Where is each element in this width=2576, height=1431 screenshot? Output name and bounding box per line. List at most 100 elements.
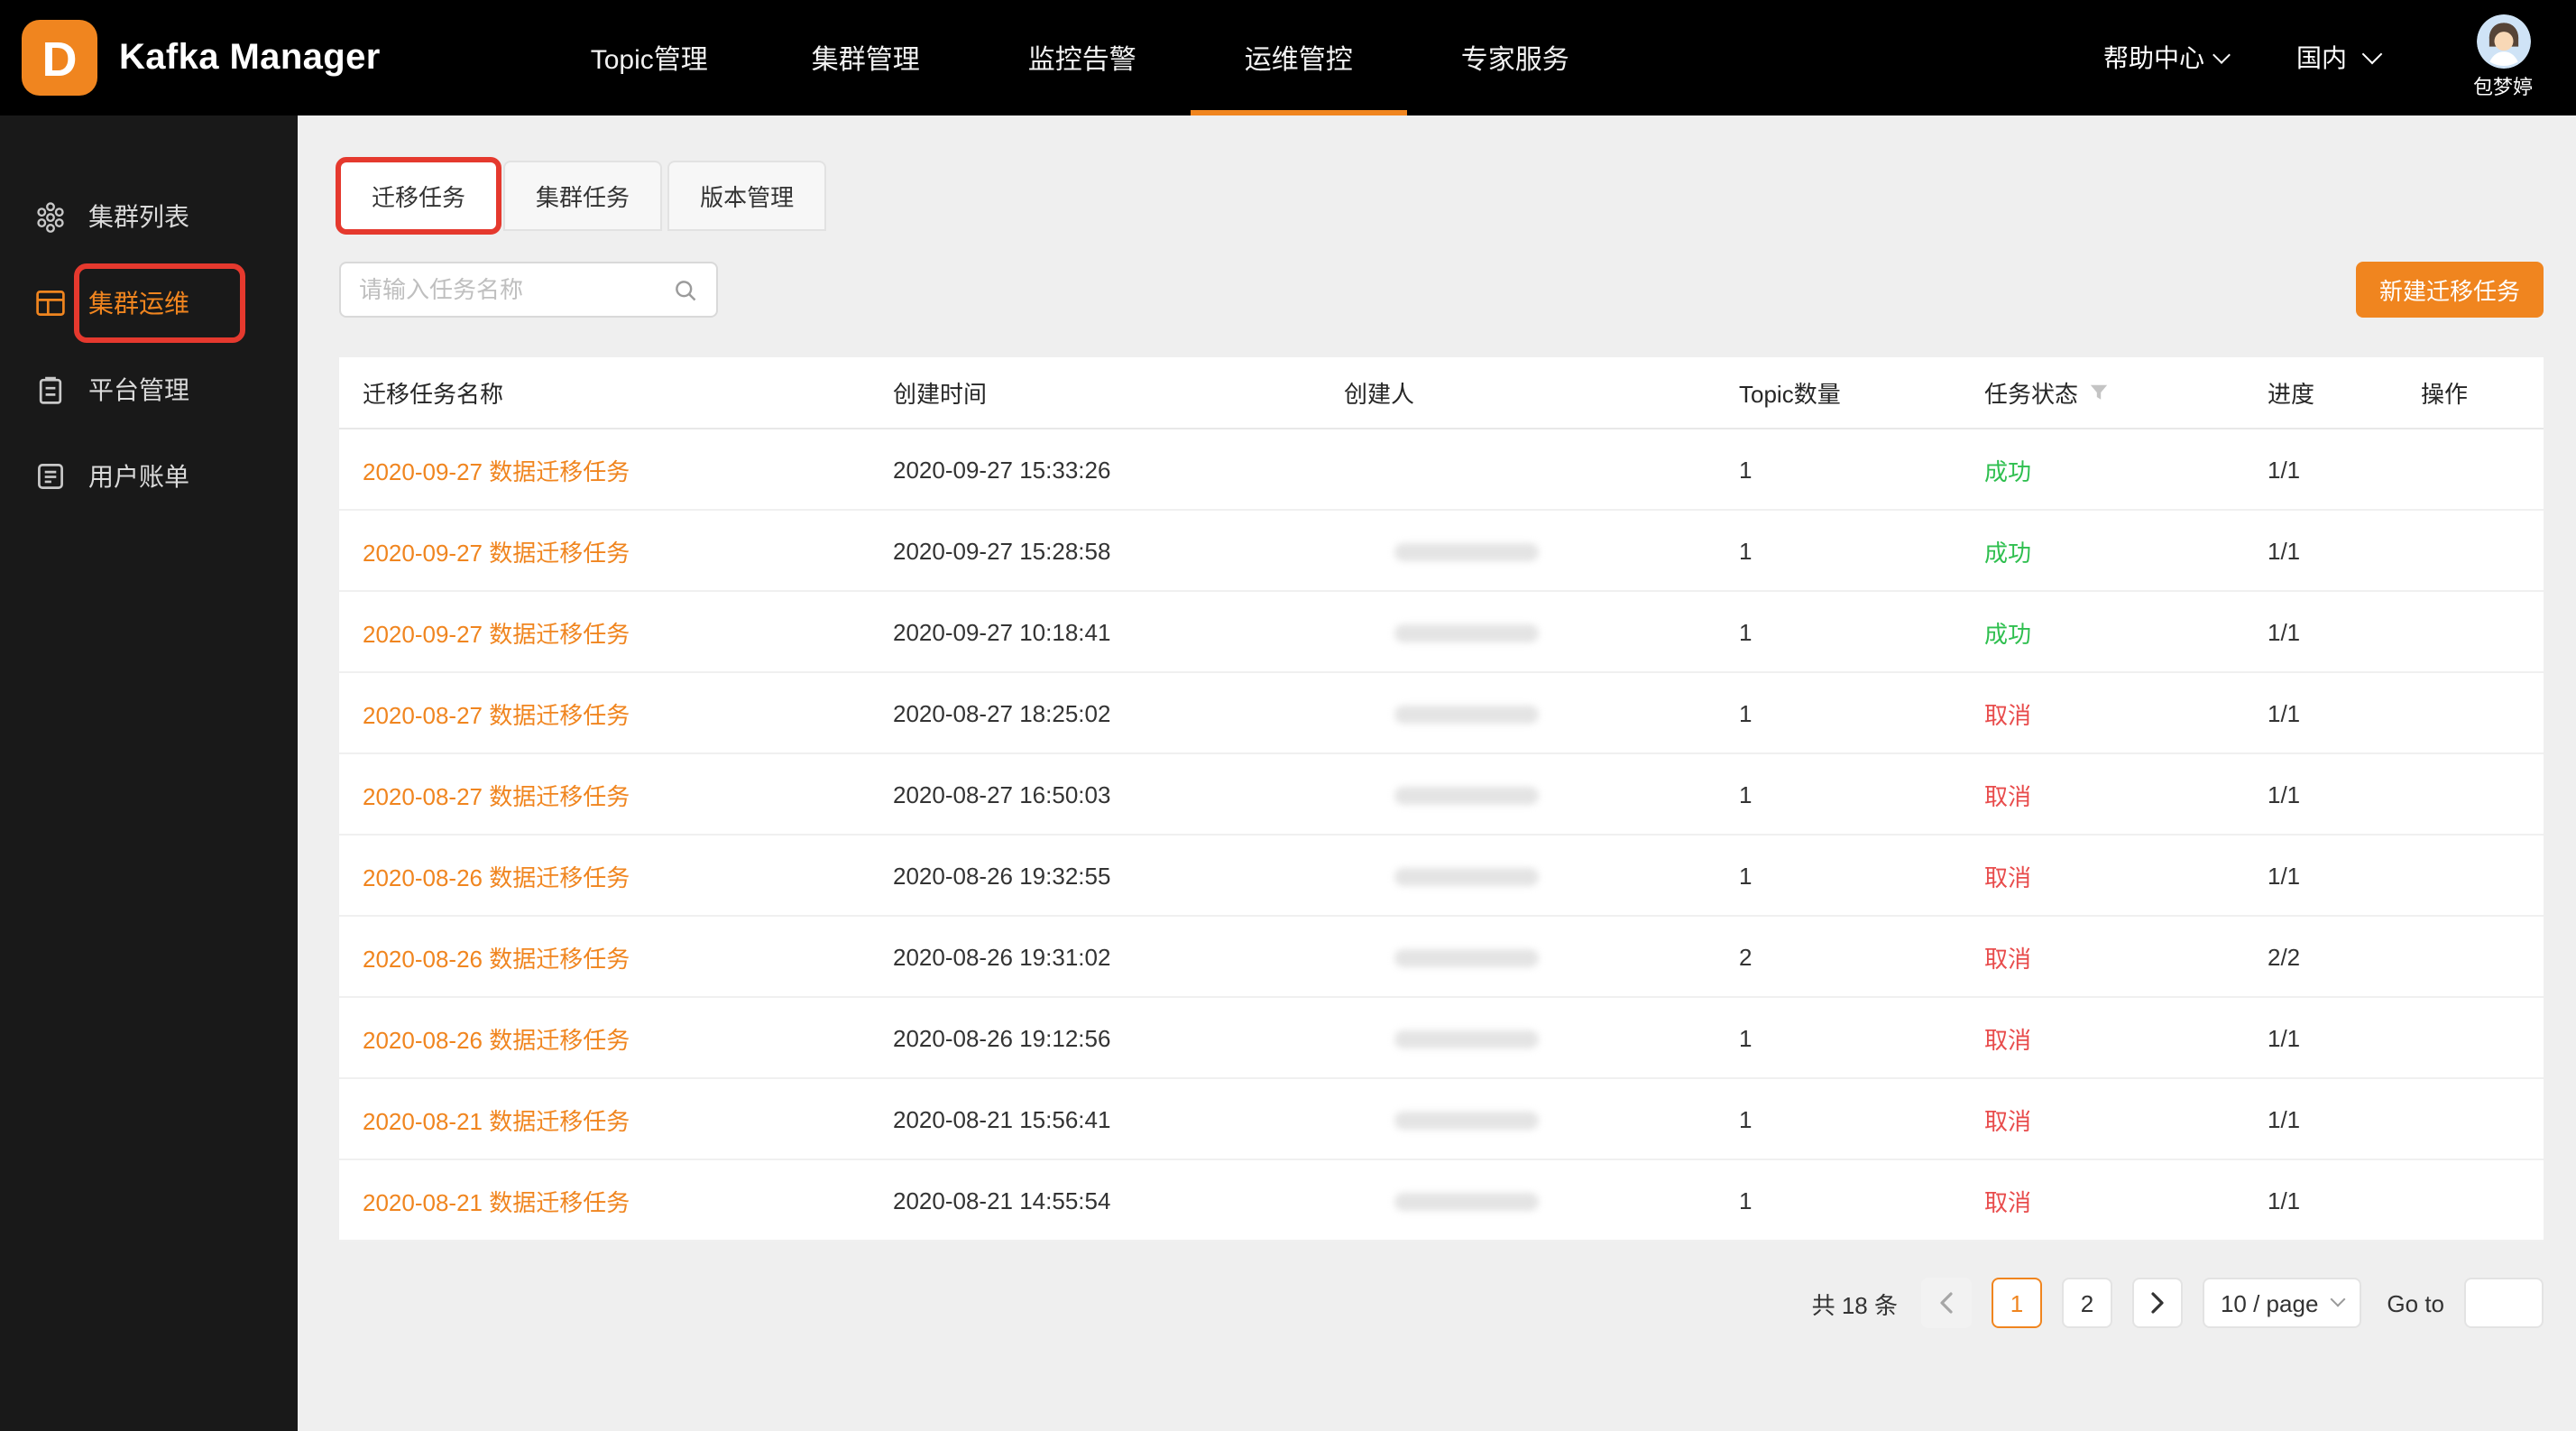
task-name-link[interactable]: 2020-08-26 数据迁移任务 xyxy=(363,1026,630,1053)
search-icon[interactable] xyxy=(673,277,698,302)
nav-item[interactable]: 专家服务 xyxy=(1407,0,1624,115)
brand-block[interactable]: D Kafka Manager xyxy=(0,0,381,115)
topic-count: 1 xyxy=(1739,618,1984,645)
task-status: 取消 xyxy=(1984,858,2268,892)
sidebar-item[interactable]: 集群运维 xyxy=(0,260,298,346)
cluster-list-icon xyxy=(34,200,67,233)
column-label: Topic数量 xyxy=(1739,375,1841,410)
table-column-header: 进度 xyxy=(2268,375,2421,410)
created-time: 2020-08-21 14:55:54 xyxy=(893,1186,1344,1214)
page-size-select[interactable]: 10 / page xyxy=(2203,1278,2361,1328)
column-label: 迁移任务名称 xyxy=(363,375,503,410)
creator-cell xyxy=(1344,1186,1739,1214)
task-name-link[interactable]: 2020-08-21 数据迁移任务 xyxy=(363,1188,630,1215)
tab[interactable]: 迁移任务 xyxy=(339,161,498,231)
task-progress: 1/1 xyxy=(2268,1024,2421,1051)
task-name-link[interactable]: 2020-09-27 数据迁移任务 xyxy=(363,620,630,647)
creator-cell xyxy=(1344,537,1739,564)
sidebar: 集群列表 集群运维 平台管理 用户账单 xyxy=(0,115,298,1431)
goto-page-input[interactable] xyxy=(2464,1278,2544,1328)
task-name-link[interactable]: 2020-08-26 数据迁移任务 xyxy=(363,863,630,891)
platform-manage-icon xyxy=(34,374,67,406)
task-status: 成功 xyxy=(1984,533,2268,568)
user-name: 包梦婷 xyxy=(2473,72,2533,101)
task-progress: 1/1 xyxy=(2268,456,2421,483)
pagination: 共 18 条 12 10 / page Go to xyxy=(339,1278,2544,1364)
task-name-link[interactable]: 2020-08-27 数据迁移任务 xyxy=(363,701,630,728)
topic-count: 1 xyxy=(1739,1186,1984,1214)
topic-count: 1 xyxy=(1739,699,1984,726)
creator-redacted-blur xyxy=(1394,868,1539,886)
help-center-label: 帮助中心 xyxy=(2103,40,2204,76)
total-count: 共 18 条 xyxy=(1812,1286,1898,1320)
nav-item-label: 运维管控 xyxy=(1245,39,1353,77)
app-logo: D xyxy=(20,18,99,97)
topic-count: 1 xyxy=(1739,1105,1984,1132)
nav-item[interactable]: 监控告警 xyxy=(974,0,1191,115)
next-page-button[interactable] xyxy=(2132,1278,2183,1328)
creator-cell xyxy=(1344,699,1739,726)
sidebar-item[interactable]: 集群列表 xyxy=(0,173,298,260)
new-migration-task-button[interactable]: 新建迁移任务 xyxy=(2356,262,2544,318)
task-name-link[interactable]: 2020-08-26 数据迁移任务 xyxy=(363,945,630,972)
task-progress: 1/1 xyxy=(2268,537,2421,564)
table-body: 2020-09-27 数据迁移任务 2020-09-27 15:33:26 1 … xyxy=(339,429,2544,1242)
table-column-header: 操作 xyxy=(2421,375,2544,410)
task-name-link[interactable]: 2020-09-27 数据迁移任务 xyxy=(363,539,630,566)
created-time: 2020-08-26 19:32:55 xyxy=(893,862,1344,889)
task-name-link[interactable]: 2020-08-27 数据迁移任务 xyxy=(363,782,630,809)
tab-label: 版本管理 xyxy=(700,179,794,213)
created-time: 2020-09-27 10:18:41 xyxy=(893,618,1344,645)
cluster-ops-icon xyxy=(34,287,67,319)
task-status: 取消 xyxy=(1984,1183,2268,1217)
nav-item[interactable]: 集群管理 xyxy=(758,0,974,115)
tab[interactable]: 版本管理 xyxy=(667,161,826,231)
page-number-button[interactable]: 2 xyxy=(2062,1278,2112,1328)
table-row: 2020-09-27 数据迁移任务 2020-09-27 15:28:58 1 … xyxy=(339,511,2544,592)
table-column-header: 任务状态 xyxy=(1984,375,2268,410)
page-size-label: 10 / page xyxy=(2221,1289,2318,1316)
table-column-header: 创建时间 xyxy=(893,375,1344,410)
app-title: Kafka Manager xyxy=(119,37,381,78)
nav-item-label: Topic管理 xyxy=(591,39,708,77)
tab-bar: 迁移任务 集群任务 版本管理 xyxy=(339,161,2544,231)
task-status: 成功 xyxy=(1984,614,2268,649)
creator-redacted-blur xyxy=(1394,1030,1539,1048)
filter-icon[interactable] xyxy=(2089,383,2109,402)
nav-item-label: 集群管理 xyxy=(812,39,920,77)
creator-redacted-blur xyxy=(1394,787,1539,805)
task-search-box xyxy=(339,262,718,318)
region-label: 国内 xyxy=(2296,40,2347,76)
top-nav: Topic管理 集群管理 监控告警 运维管控 专家服务 xyxy=(541,0,1624,115)
table-row: 2020-08-27 数据迁移任务 2020-08-27 18:25:02 1 … xyxy=(339,673,2544,754)
tab[interactable]: 集群任务 xyxy=(503,161,662,231)
creator-redacted-blur xyxy=(1394,1193,1539,1211)
table-column-header: 迁移任务名称 xyxy=(363,375,893,410)
table-row: 2020-09-27 数据迁移任务 2020-09-27 15:33:26 1 … xyxy=(339,429,2544,511)
task-progress: 1/1 xyxy=(2268,780,2421,808)
table-row: 2020-08-21 数据迁移任务 2020-08-21 14:55:54 1 … xyxy=(339,1160,2544,1242)
nav-item[interactable]: Topic管理 xyxy=(541,0,758,115)
goto-label: Go to xyxy=(2387,1289,2444,1316)
sidebar-item[interactable]: 平台管理 xyxy=(0,346,298,433)
region-select[interactable]: 国内 xyxy=(2296,40,2379,76)
chevron-right-icon xyxy=(2150,1292,2165,1314)
page-number-button[interactable]: 1 xyxy=(1992,1278,2042,1328)
column-label: 创建人 xyxy=(1344,375,1414,410)
table-row: 2020-08-26 数据迁移任务 2020-08-26 19:12:56 1 … xyxy=(339,998,2544,1079)
prev-page-button[interactable] xyxy=(1921,1278,1972,1328)
task-name-link[interactable]: 2020-08-21 数据迁移任务 xyxy=(363,1107,630,1134)
tab-label: 迁移任务 xyxy=(372,179,465,213)
created-time: 2020-09-27 15:28:58 xyxy=(893,537,1344,564)
task-name-link[interactable]: 2020-09-27 数据迁移任务 xyxy=(363,457,630,485)
user-billing-icon xyxy=(34,460,67,493)
help-center-menu[interactable]: 帮助中心 xyxy=(2103,40,2228,76)
user-menu[interactable]: 包梦婷 xyxy=(2473,14,2533,101)
creator-redacted-blur xyxy=(1394,1112,1539,1130)
task-progress: 1/1 xyxy=(2268,1186,2421,1214)
sidebar-item[interactable]: 用户账单 xyxy=(0,433,298,520)
search-input[interactable] xyxy=(359,276,673,303)
table-column-header: 创建人 xyxy=(1344,375,1739,410)
task-progress: 2/2 xyxy=(2268,943,2421,970)
nav-item[interactable]: 运维管控 xyxy=(1191,0,1407,115)
